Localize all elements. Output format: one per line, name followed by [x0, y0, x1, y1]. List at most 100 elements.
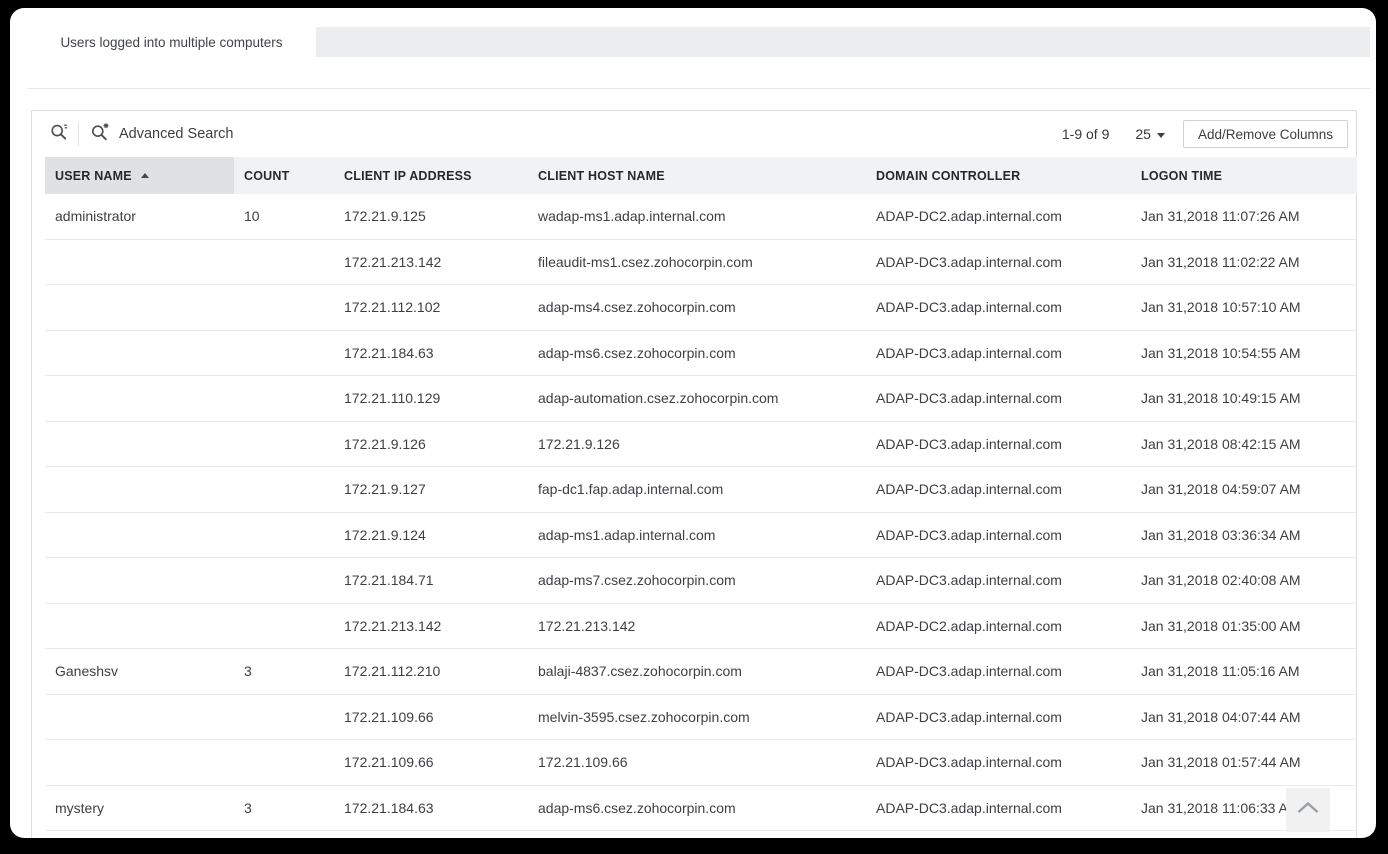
cell-count — [234, 695, 334, 740]
column-header-client-ip-address[interactable]: CLIENT IP ADDRESS — [334, 157, 528, 194]
cell-count — [234, 558, 334, 603]
table-row: 172.21.9.124 adap-ms1.adap.internal.com … — [45, 513, 1357, 559]
cell-domain-controller: ADAP-DC2.adap.internal.com — [866, 604, 1131, 649]
cell-client-host-name: wadap-ms1.adap.internal.com — [528, 194, 866, 239]
cell-logon-time: Jan 31,2018 01:35:00 AM — [1131, 604, 1357, 649]
cell-count: 3 — [234, 649, 334, 694]
cell-client-ip-address: 172.21.109.66 — [334, 695, 528, 740]
scroll-to-top-button[interactable] — [1286, 788, 1330, 832]
cell-client-host-name: 172.21.213.142 — [528, 604, 866, 649]
cell-user-name — [45, 331, 234, 376]
cell-user-name — [45, 376, 234, 421]
cell-client-ip-address: 172.21.9.127 — [334, 467, 528, 512]
cell-client-host-name: fap-dc1.fap.adap.internal.com — [528, 467, 866, 512]
table-row: 172.21.9.126 172.21.9.126 ADAP-DC3.adap.… — [45, 422, 1357, 468]
cell-client-ip-address: 172.21.9.124 — [334, 513, 528, 558]
tab-label: Users logged into multiple computers — [60, 35, 282, 50]
advanced-search-label[interactable]: Advanced Search — [119, 126, 233, 142]
cell-client-ip-address: 172.21.184.63 — [334, 786, 528, 831]
cell-domain-controller: ADAP-DC3.adap.internal.com — [866, 740, 1131, 785]
table-row: administrator 10 172.21.9.125 wadap-ms1.… — [45, 194, 1357, 240]
cell-domain-controller: ADAP-DC2.adap.internal.com — [866, 194, 1131, 239]
cell-count — [234, 240, 334, 285]
cell-count — [234, 467, 334, 512]
cell-client-ip-address: 172.21.112.210 — [334, 649, 528, 694]
cell-client-host-name: melvin-3595.csez.zohocorpin.com — [528, 695, 866, 740]
tab-bar: Users logged into multiple computers — [27, 27, 1370, 57]
cell-user-name: mystery — [45, 786, 234, 831]
chevron-down-icon — [1157, 133, 1165, 138]
cell-count — [234, 513, 334, 558]
chevron-up-icon — [1296, 801, 1320, 819]
cell-user-name — [45, 285, 234, 330]
table-row: 172.21.110.129 adap-automation.csez.zoho… — [45, 376, 1357, 422]
cell-domain-controller: ADAP-DC3.adap.internal.com — [866, 240, 1131, 285]
cell-logon-time: Jan 31,2018 03:36:34 AM — [1131, 513, 1357, 558]
column-search-button[interactable] — [46, 121, 72, 147]
table-row: 172.21.109.66 melvin-3595.csez.zohocorpi… — [45, 695, 1357, 741]
table-row: 172.21.184.63 adap-ms6.csez.zohocorpin.c… — [45, 331, 1357, 377]
cell-logon-time: Jan 31,2018 08:42:15 AM — [1131, 422, 1357, 467]
column-header-label: CLIENT IP ADDRESS — [344, 169, 472, 183]
advanced-search-icon — [90, 122, 110, 147]
cell-user-name — [45, 422, 234, 467]
table-body: administrator 10 172.21.9.125 wadap-ms1.… — [32, 194, 1356, 831]
toolbar-right: 1-9 of 9 25 Add/Remove Columns — [1062, 111, 1348, 157]
table-row: 172.21.109.66 172.21.109.66 ADAP-DC3.ada… — [45, 740, 1357, 786]
cell-client-host-name: 172.21.9.126 — [528, 422, 866, 467]
column-header-label: DOMAIN CONTROLLER — [876, 169, 1020, 183]
page-size-dropdown[interactable]: 25 — [1135, 126, 1165, 142]
cell-client-host-name: adap-ms4.csez.zohocorpin.com — [528, 285, 866, 330]
column-header-client-host-name[interactable]: CLIENT HOST NAME — [528, 157, 866, 194]
cell-domain-controller: ADAP-DC3.adap.internal.com — [866, 649, 1131, 694]
cell-client-ip-address: 172.21.9.126 — [334, 422, 528, 467]
column-header-count[interactable]: COUNT — [234, 157, 334, 194]
table-row: Ganeshsv 3 172.21.112.210 balaji-4837.cs… — [45, 649, 1357, 695]
cell-count — [234, 331, 334, 376]
cell-client-ip-address: 172.21.184.63 — [334, 331, 528, 376]
column-header-user-name[interactable]: USER NAME — [45, 157, 234, 194]
cell-client-ip-address: 172.21.112.102 — [334, 285, 528, 330]
add-remove-columns-button[interactable]: Add/Remove Columns — [1183, 120, 1348, 148]
cell-user-name: administrator — [45, 194, 234, 239]
cell-client-ip-address: 172.21.213.142 — [334, 240, 528, 285]
cell-logon-time: Jan 31,2018 04:07:44 AM — [1131, 695, 1357, 740]
cell-domain-controller: ADAP-DC3.adap.internal.com — [866, 422, 1131, 467]
cell-logon-time: Jan 31,2018 11:05:16 AM — [1131, 649, 1357, 694]
cell-domain-controller: ADAP-DC3.adap.internal.com — [866, 376, 1131, 421]
cell-domain-controller: ADAP-DC3.adap.internal.com — [866, 558, 1131, 603]
table-row: 172.21.213.142 172.21.213.142 ADAP-DC2.a… — [45, 604, 1357, 650]
sort-ascending-icon — [141, 173, 149, 178]
column-header-label: COUNT — [244, 169, 289, 183]
page-size-value: 25 — [1135, 126, 1151, 142]
column-header-label: LOGON TIME — [1141, 169, 1222, 183]
cell-count — [234, 604, 334, 649]
search-icon — [49, 122, 69, 147]
cell-user-name — [45, 695, 234, 740]
column-header-domain-controller[interactable]: DOMAIN CONTROLLER — [866, 157, 1131, 194]
cell-domain-controller: ADAP-DC3.adap.internal.com — [866, 513, 1131, 558]
pagination-range: 1-9 of 9 — [1062, 126, 1109, 142]
table-row: 172.21.9.127 fap-dc1.fap.adap.internal.c… — [45, 467, 1357, 513]
cell-count — [234, 740, 334, 785]
table-row: mystery 3 172.21.184.63 adap-ms6.csez.zo… — [45, 786, 1357, 832]
cell-client-host-name: 172.21.109.66 — [528, 740, 866, 785]
column-header-label: USER NAME — [55, 169, 132, 183]
report-window: Users logged into multiple computers — [10, 8, 1376, 838]
cell-domain-controller: ADAP-DC3.adap.internal.com — [866, 467, 1131, 512]
cell-client-host-name: adap-ms1.adap.internal.com — [528, 513, 866, 558]
tab-users-logged-multiple-computers[interactable]: Users logged into multiple computers — [27, 27, 316, 57]
cell-count — [234, 422, 334, 467]
cell-user-name — [45, 604, 234, 649]
cell-client-host-name: adap-ms7.csez.zohocorpin.com — [528, 558, 866, 603]
cell-domain-controller: ADAP-DC3.adap.internal.com — [866, 331, 1131, 376]
report-panel: Advanced Search 1-9 of 9 25 Add/Remove C… — [31, 110, 1357, 838]
advanced-search-button[interactable] — [87, 121, 113, 147]
cell-client-ip-address: 172.21.184.71 — [334, 558, 528, 603]
cell-user-name — [45, 740, 234, 785]
column-header-logon-time[interactable]: LOGON TIME — [1131, 157, 1357, 194]
cell-client-ip-address: 172.21.213.142 — [334, 604, 528, 649]
cell-user-name — [45, 513, 234, 558]
cell-user-name — [45, 467, 234, 512]
cell-logon-time: Jan 31,2018 01:57:44 AM — [1131, 740, 1357, 785]
